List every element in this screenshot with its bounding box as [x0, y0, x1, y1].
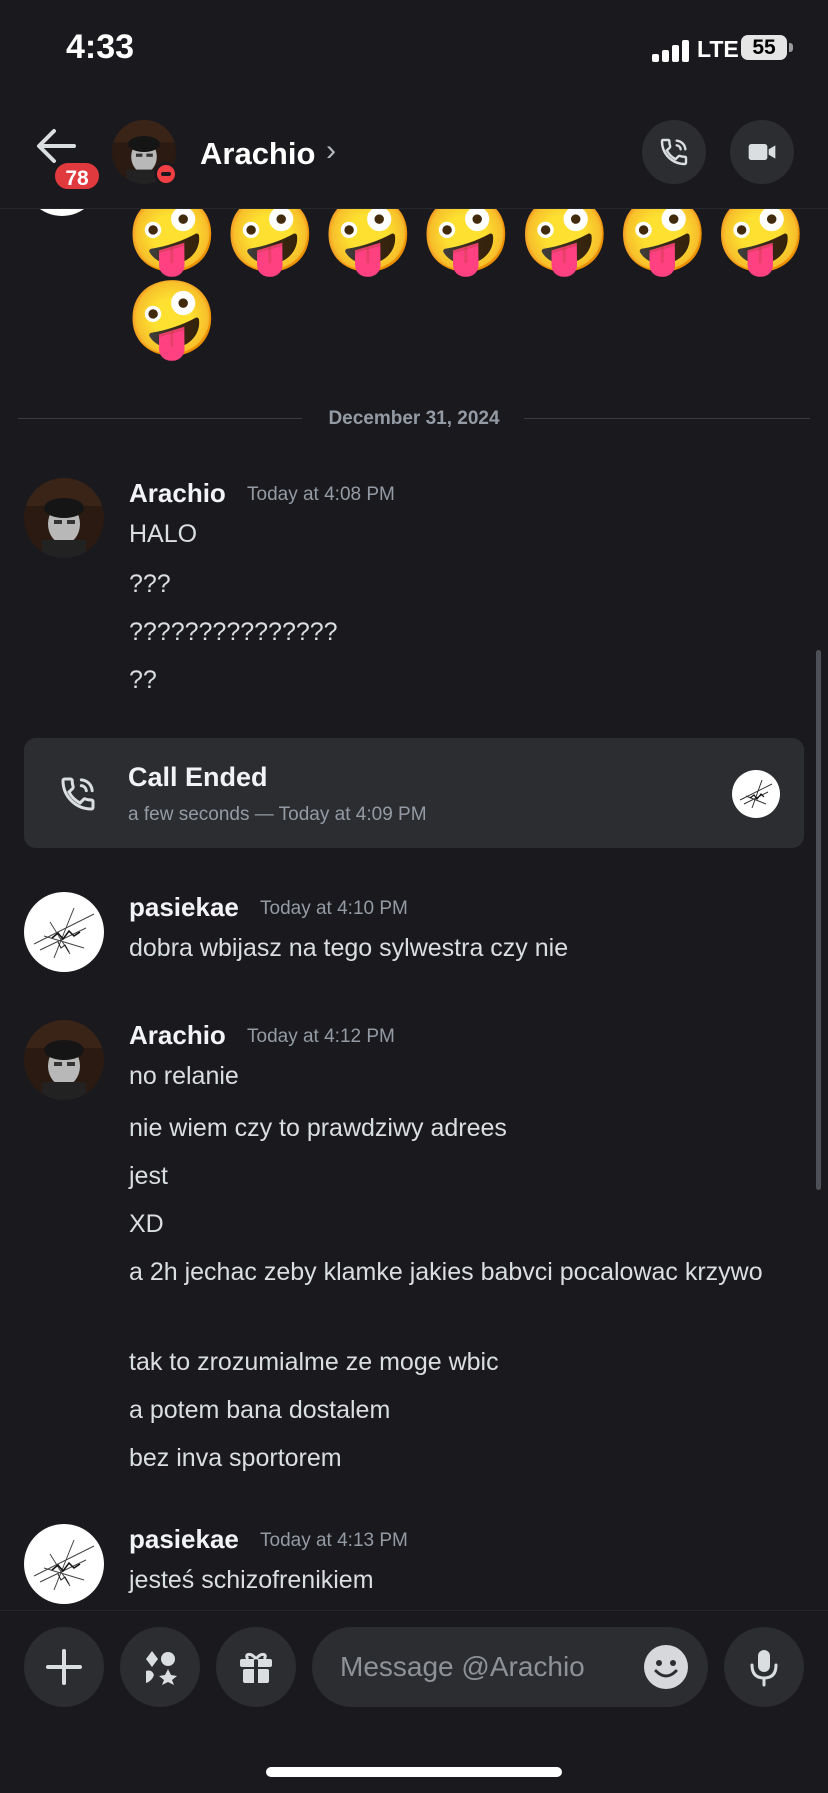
message-timestamp: Today at 4:08 PM	[247, 484, 395, 505]
contact-name[interactable]: Arachio	[200, 136, 315, 172]
gift-button[interactable]	[216, 1627, 296, 1707]
arachio-avatar-image	[24, 478, 104, 558]
unread-badge: 78	[52, 160, 102, 192]
message-author[interactable]: pasiekae	[129, 1524, 239, 1555]
voice-call-button[interactable]	[642, 120, 706, 184]
status-time: 4:33	[66, 28, 135, 66]
phone-icon	[61, 777, 95, 811]
message-text[interactable]: dobra wbijasz na tego sylwestra czy nie	[129, 930, 769, 967]
microphone-icon	[750, 1650, 778, 1687]
message-text[interactable]: no relanie	[129, 1058, 769, 1095]
call-participant-avatar	[732, 770, 780, 818]
message-text[interactable]: jest	[129, 1158, 769, 1195]
message-timestamp: Today at 4:10 PM	[260, 898, 408, 919]
dnd-status-icon	[154, 162, 178, 186]
battery-tip	[789, 43, 793, 52]
chat-header: 78 Arachio ›	[0, 100, 828, 209]
sketch-avatar-image	[33, 907, 95, 959]
sketch-avatar-image	[33, 1539, 95, 1591]
gift-icon	[240, 1652, 272, 1683]
emoji-message: 🤪	[126, 277, 225, 360]
message-author[interactable]: pasiekae	[129, 892, 239, 923]
message-list[interactable]: 🤪🤪🤪🤪🤪🤪🤪 🤪 December 31, 2024 Arachio Toda…	[0, 0, 828, 1610]
phone-icon	[660, 138, 688, 166]
message-text[interactable]: ???	[129, 566, 769, 603]
video-call-button[interactable]	[730, 120, 794, 184]
avatar[interactable]	[24, 478, 104, 558]
avatar[interactable]	[24, 1524, 104, 1604]
message-text[interactable]: tak to zrozumialme ze moge wbic	[129, 1344, 769, 1381]
message-author[interactable]: Arachio	[129, 478, 226, 509]
video-icon	[748, 144, 776, 160]
status-bar: 4:33 LTE 55	[0, 0, 828, 100]
voice-message-button[interactable]	[724, 1627, 804, 1707]
message-timestamp: Today at 4:13 PM	[260, 1530, 408, 1551]
call-ended-card[interactable]: Call Ended a few seconds — Today at 4:09…	[24, 738, 804, 848]
message-text[interactable]: jesteś schizofrenikiem	[129, 1562, 769, 1599]
message-text[interactable]: a potem bana dostalem	[129, 1392, 769, 1429]
message-timestamp: Today at 4:12 PM	[247, 1026, 395, 1047]
signal-icon	[652, 40, 692, 62]
avatar[interactable]	[24, 1020, 104, 1100]
arachio-avatar-image	[24, 1020, 104, 1100]
emoji-icon	[654, 1660, 678, 1678]
home-indicator[interactable]	[266, 1767, 562, 1777]
message-text[interactable]: HALO	[129, 516, 769, 553]
battery-icon: 55	[741, 35, 787, 60]
network-type: LTE	[697, 36, 739, 62]
date-divider: December 31, 2024	[18, 404, 810, 434]
call-title: Call Ended	[128, 762, 268, 792]
chevron-right-icon[interactable]: ›	[326, 134, 336, 168]
message-composer	[0, 1610, 828, 1793]
message-text[interactable]: ???????????????	[129, 614, 769, 651]
scrollbar[interactable]	[816, 650, 821, 1190]
message-text[interactable]: a 2h jechac zeby klamke jakies babvci po…	[129, 1254, 769, 1291]
message-author[interactable]: Arachio	[129, 1020, 226, 1051]
sketch-avatar-image	[739, 779, 773, 809]
apps-button[interactable]	[120, 1627, 200, 1707]
emoji-button[interactable]	[644, 1645, 688, 1689]
message-text[interactable]: ??	[129, 662, 769, 699]
apps-icon	[146, 1651, 177, 1685]
call-duration: a few seconds — Today at 4:09 PM	[128, 804, 427, 825]
avatar[interactable]	[24, 892, 104, 972]
date-divider-label: December 31, 2024	[328, 408, 500, 429]
message-text[interactable]: nie wiem czy to prawdziwy adrees	[129, 1110, 769, 1147]
message-text[interactable]: bez inva sportorem	[129, 1440, 769, 1477]
attach-button[interactable]	[24, 1627, 104, 1707]
message-text[interactable]: XD	[129, 1206, 769, 1243]
plus-icon	[46, 1649, 82, 1685]
